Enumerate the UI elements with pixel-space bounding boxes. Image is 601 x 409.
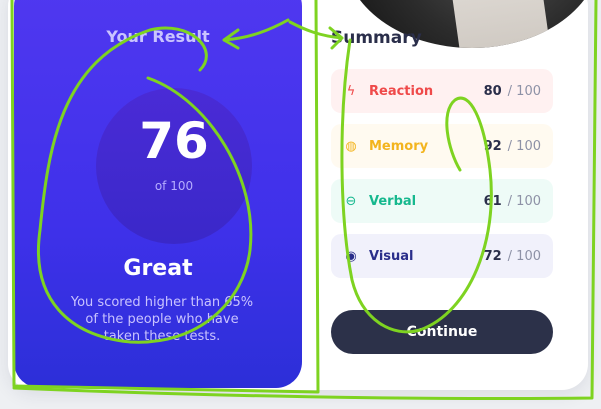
annotation-outline-left [10, 0, 320, 394]
annotation-loop-left [37, 26, 253, 344]
annotation-loop-right [340, 38, 493, 334]
annotation-arrow-title [222, 18, 290, 50]
annotation-scribbles [10, 0, 598, 401]
